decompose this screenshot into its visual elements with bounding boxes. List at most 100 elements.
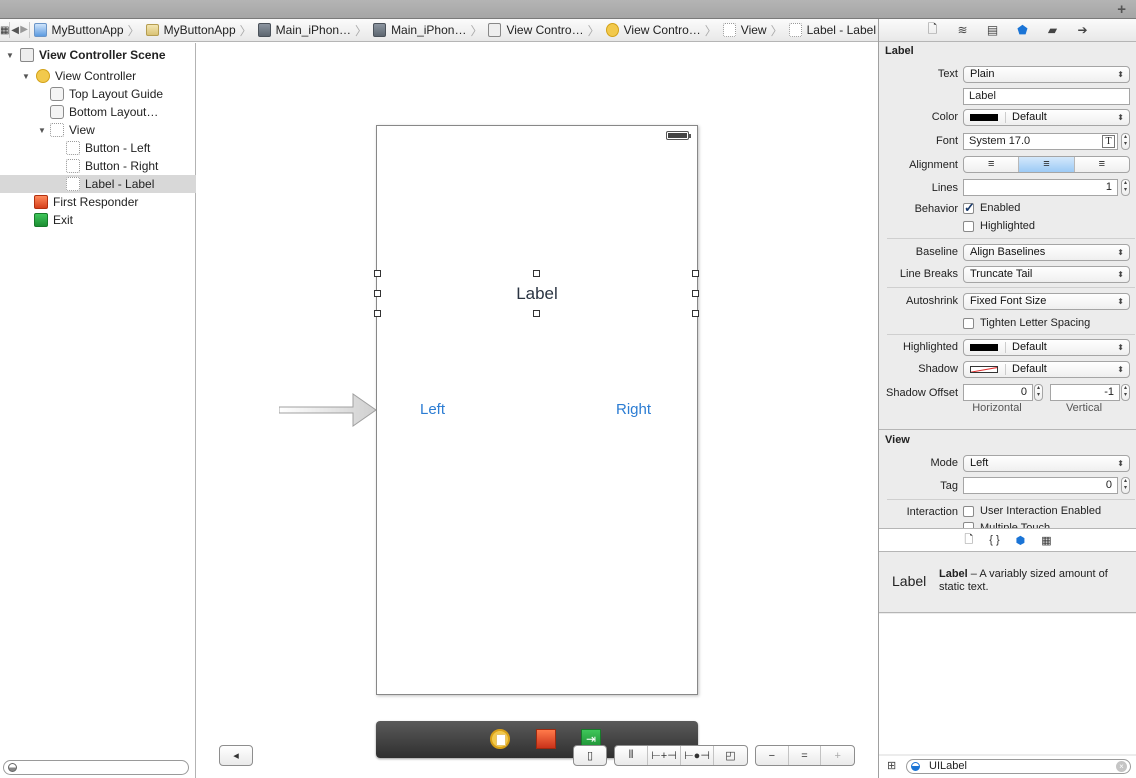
lines-field[interactable]: 1: [963, 179, 1118, 196]
highlighted-color-popup[interactable]: Default ⬍: [963, 339, 1130, 356]
outline-item-button-left[interactable]: Button - Left: [0, 139, 196, 157]
disclosure-triangle-icon[interactable]: ▼: [4, 51, 16, 60]
file-template-library-icon[interactable]: 🗋: [964, 531, 973, 550]
color-popup[interactable]: Default ⬍: [963, 109, 1130, 126]
forward-button[interactable]: ▶: [20, 22, 30, 38]
breadcrumb-label: MyButtonApp: [163, 23, 236, 37]
outline-filter-input[interactable]: [3, 760, 189, 775]
breadcrumb-project[interactable]: MyButtonApp 〉: [30, 22, 142, 39]
zoom-actual-size-icon[interactable]: =: [789, 746, 822, 765]
outline-item-view[interactable]: ▼ View: [0, 121, 196, 139]
add-icon[interactable]: +: [1117, 1, 1126, 18]
align-icon[interactable]: ⫴: [615, 746, 648, 765]
storyboard-canvas[interactable]: Label Left Right ⇥ ◂ ▯ ⫴ ⊢+⊣ ⊢●⊣ ◰ − = +: [197, 43, 877, 778]
user-interaction-checkbox[interactable]: User Interaction Enabled: [963, 505, 1101, 517]
identity-inspector-icon[interactable]: ▤: [985, 23, 1001, 37]
view-controller-icon[interactable]: [490, 729, 510, 749]
outline-item-button-right[interactable]: Button - Right: [0, 157, 196, 175]
size-inspector-icon[interactable]: ▰: [1045, 23, 1061, 37]
shadow-horizontal-stepper[interactable]: ▴ ▾: [1034, 384, 1043, 401]
breadcrumb-separator: 〉: [587, 23, 600, 38]
breadcrumb-view[interactable]: View 〉: [719, 22, 785, 39]
enabled-checkbox[interactable]: Enabled: [963, 200, 1020, 216]
line-breaks-popup[interactable]: Truncate Tail ⬍: [963, 266, 1130, 283]
outline-item-label: Label - Label: [85, 177, 155, 191]
folder-icon: [145, 24, 159, 36]
tag-field[interactable]: 0: [963, 477, 1118, 494]
file-inspector-icon[interactable]: 🗋: [925, 20, 941, 41]
baseline-popup[interactable]: Align Baselines ⬍: [963, 244, 1130, 261]
media-library-icon[interactable]: ▦: [1041, 534, 1051, 547]
popup-value: Plain: [970, 68, 995, 80]
shadow-vertical-stepper[interactable]: ▴ ▾: [1121, 384, 1130, 401]
selected-label[interactable]: Label: [377, 284, 697, 304]
align-center-icon[interactable]: ≡: [1019, 157, 1075, 172]
outline-item-bottom-layout-guide[interactable]: Bottom Layout…: [0, 103, 196, 121]
outline-item-label-selected[interactable]: Label - Label: [0, 175, 196, 193]
font-size-stepper[interactable]: ▴ ▾: [1121, 133, 1130, 150]
tighten-letter-spacing-checkbox[interactable]: Tighten Letter Spacing: [963, 317, 1090, 329]
disclosure-triangle-icon[interactable]: ▼: [36, 126, 48, 135]
disclosure-triangle-icon[interactable]: ▼: [20, 72, 32, 81]
outline-item-exit[interactable]: Exit: [0, 211, 196, 229]
highlighted-checkbox[interactable]: Highlighted: [963, 220, 1035, 232]
content-mode-popup[interactable]: Left ⬍: [963, 455, 1130, 472]
resize-handle[interactable]: [374, 310, 381, 317]
lines-stepper[interactable]: ▴ ▾: [1121, 179, 1130, 196]
zoom-out-icon[interactable]: −: [756, 746, 789, 765]
view-controller-frame[interactable]: Label Left Right: [374, 125, 699, 695]
connections-inspector-icon[interactable]: ➔: [1075, 23, 1091, 37]
font-picker-icon[interactable]: T: [1102, 135, 1115, 148]
resize-handle[interactable]: [374, 270, 381, 277]
resizing-behavior-icon[interactable]: ◰: [714, 746, 747, 765]
outline-item-top-layout-guide[interactable]: Top Layout Guide: [0, 85, 196, 103]
library-item-label[interactable]: Label Label – A variably sized amount of…: [879, 553, 1136, 613]
attributes-inspector-icon[interactable]: ⬟: [1015, 23, 1031, 37]
back-button[interactable]: ◀: [10, 25, 19, 36]
breadcrumb-label: View Contro…: [506, 23, 584, 37]
outline-item-scene[interactable]: ▼ View Controller Scene: [0, 46, 196, 64]
grid-view-icon[interactable]: ⊞: [887, 759, 896, 772]
clear-search-icon[interactable]: ×: [1116, 761, 1127, 772]
shadow-horizontal-field[interactable]: 0: [963, 384, 1033, 401]
tag-stepper[interactable]: ▴ ▾: [1121, 477, 1130, 494]
toggle-outline-button[interactable]: ◂: [219, 745, 253, 766]
zoom-in-icon[interactable]: +: [821, 746, 854, 765]
resize-handle[interactable]: [692, 270, 699, 277]
resize-handle[interactable]: [533, 270, 540, 277]
related-items-icon[interactable]: ▦: [0, 22, 11, 38]
popup-arrows-icon: ⬍: [1117, 297, 1124, 306]
outline-item-view-controller[interactable]: ▼ View Controller: [0, 67, 196, 85]
breadcrumb-storyboard-base[interactable]: Main_iPhon… 〉: [369, 22, 484, 39]
pin-icon[interactable]: ⊢+⊣: [648, 746, 681, 765]
autoshrink-popup[interactable]: Fixed Font Size ⬍: [963, 293, 1130, 310]
code-snippet-library-icon[interactable]: { }: [989, 534, 999, 546]
popup-value: Default: [1012, 363, 1047, 375]
breadcrumb-label-item[interactable]: Label - Label: [785, 23, 878, 37]
breadcrumb-group[interactable]: MyButtonApp 〉: [142, 22, 254, 39]
breadcrumb-storyboard[interactable]: Main_iPhon… 〉: [254, 22, 369, 39]
breadcrumb-view-controller[interactable]: View Contro… 〉: [602, 22, 719, 39]
align-left-icon[interactable]: ≡: [964, 157, 1020, 172]
tag-label: Tag: [940, 480, 958, 492]
resize-handle[interactable]: [692, 310, 699, 317]
text-content-field[interactable]: Label: [963, 88, 1130, 105]
breadcrumb-scene[interactable]: View Contro… 〉: [484, 22, 601, 39]
align-right-icon[interactable]: ≡: [1075, 157, 1129, 172]
form-factor-button[interactable]: ▯: [573, 745, 607, 766]
first-responder-icon[interactable]: [536, 729, 556, 749]
right-button[interactable]: Right: [616, 401, 651, 418]
quick-help-icon[interactable]: ≋: [955, 23, 971, 37]
library-search-input[interactable]: UILabel ×: [906, 759, 1131, 774]
resolve-issues-icon[interactable]: ⊢●⊣: [681, 746, 714, 765]
view-icon: [66, 141, 80, 155]
object-library-icon[interactable]: ⬢: [1016, 534, 1026, 547]
breadcrumb-label: View Contro…: [623, 23, 701, 37]
outline-item-first-responder[interactable]: First Responder: [0, 193, 196, 211]
text-type-popup[interactable]: Plain ⬍: [963, 66, 1130, 83]
resize-handle[interactable]: [533, 310, 540, 317]
left-button[interactable]: Left: [420, 401, 445, 418]
shadow-vertical-field[interactable]: -1: [1050, 384, 1120, 401]
font-field[interactable]: System 17.0 T: [963, 133, 1118, 150]
shadow-color-popup[interactable]: Default ⬍: [963, 361, 1130, 378]
